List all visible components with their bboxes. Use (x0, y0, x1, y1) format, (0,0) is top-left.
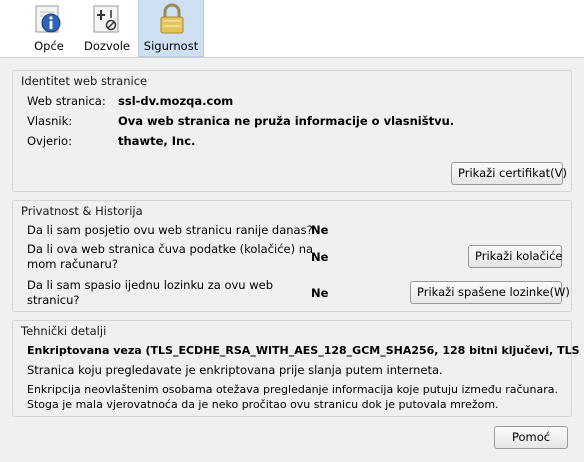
privacy-title: Privatnost & Historija (21, 204, 143, 218)
owner-label: Vlasnik: (27, 114, 73, 128)
info-icon (35, 5, 61, 33)
privacy-group: Privatnost & Historija Da li sam posjeti… (12, 200, 572, 312)
tab-label: Opće (34, 39, 64, 53)
permissions-icon (93, 5, 119, 33)
view-saved-passwords-button[interactable]: Prikaži spašene lozinke(W) (410, 281, 570, 304)
owner-value: Ova web stranica ne pruža informacije o … (118, 114, 455, 128)
answer-visited: Ne (311, 223, 329, 237)
help-button[interactable]: Pomoć (494, 426, 568, 449)
tab-general[interactable]: Opće (24, 0, 74, 57)
tab-label: Dozvole (83, 39, 131, 53)
privacy-question-passwords-line2: stranicu? (27, 293, 80, 307)
view-cookies-button[interactable]: Prikaži kolačiće (468, 245, 563, 268)
verifier-label: Ovjerio: (27, 134, 72, 148)
verifier-value: thawte, Inc. (118, 134, 196, 148)
tab-security[interactable]: Sigurnost (138, 0, 204, 57)
technical-title: Tehnički detalji (21, 324, 107, 338)
view-certificate-button[interactable]: Prikaži certifikat(V) (451, 162, 567, 185)
toolbar: Opće Dozvole Sigurnost (0, 0, 584, 58)
privacy-question-cookies-line2: mom računaru? (27, 257, 118, 271)
answer-passwords: Ne (311, 286, 329, 300)
encryption-line2: Enkripcija neovlaštenim osobama otežava … (27, 383, 558, 396)
identity-title: Identitet web stranice (21, 74, 148, 88)
tab-permissions[interactable]: Dozvole (82, 0, 132, 57)
technical-group: Tehnički detalji Enkriptovana veza (TLS_… (12, 320, 584, 417)
privacy-question-passwords-line1: Da li sam spasio ijednu lozinku za ovu w… (27, 278, 274, 292)
website-label: Web stranica: (27, 94, 106, 108)
encryption-headline: Enkriptovana veza (TLS_ECDHE_RSA_WITH_AE… (27, 344, 584, 357)
encryption-line3: Stoga je mala vjerovatnoća da je neko pr… (27, 398, 499, 411)
tab-label: Sigurnost (143, 39, 199, 53)
encryption-line1: Stranica koju pregledavate je enkriptova… (27, 363, 443, 377)
identity-group: Identitet web stranice Web stranica: ssl… (12, 70, 572, 192)
privacy-question-cookies-line1: Da li ova web stranica čuva podatke (kol… (27, 242, 314, 256)
lock-icon (160, 3, 184, 34)
answer-cookies: Ne (311, 250, 329, 264)
privacy-question-visited: Da li sam posjetio ovu web stranicu rani… (27, 223, 313, 237)
website-value: ssl-dv.mozqa.com (118, 94, 234, 108)
